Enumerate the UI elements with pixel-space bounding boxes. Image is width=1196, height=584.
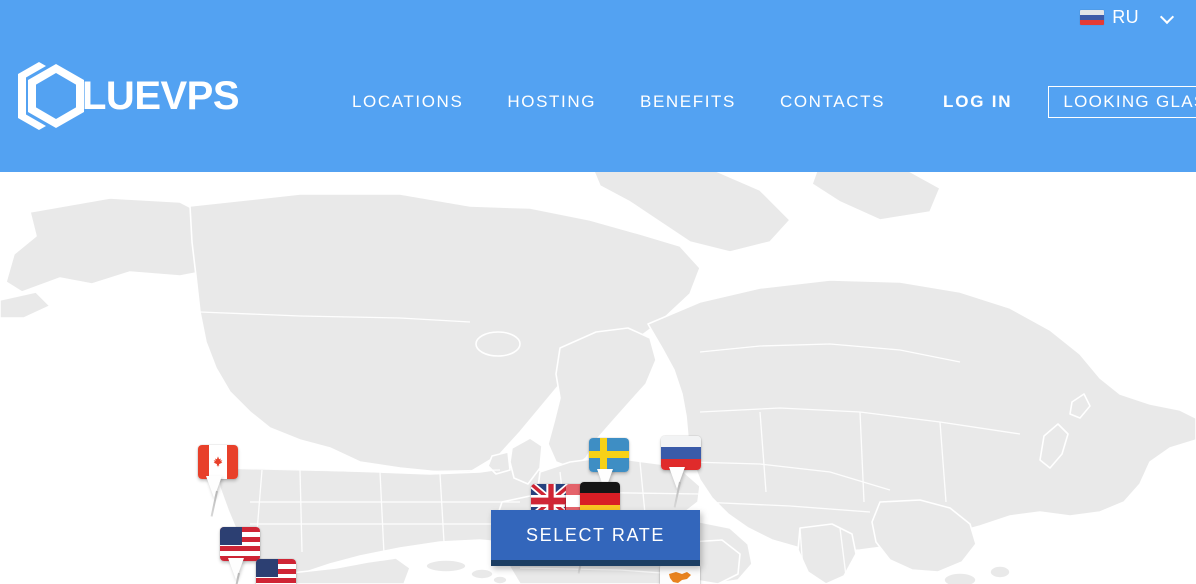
page-root: SELECT RATE RU LUEVPS LOCATIONS HOSTING …: [0, 0, 1196, 584]
map-pin-cyprus[interactable]: [660, 564, 700, 584]
main-navigation: LOCATIONS HOSTING BENEFITS CONTACTS LOG …: [330, 86, 1196, 118]
map-pin-canada[interactable]: [198, 445, 238, 517]
flag-usa-icon: [220, 527, 260, 561]
language-code: RU: [1112, 7, 1139, 27]
map-pin-usa-east[interactable]: [256, 559, 296, 584]
map-pin-usa-west[interactable]: [220, 527, 260, 584]
map-pin-russia[interactable]: [661, 436, 701, 508]
looking-glass-button[interactable]: LOOKING GLASS: [1048, 86, 1196, 118]
nav-hosting[interactable]: HOSTING: [485, 86, 618, 118]
chevron-down-icon[interactable]: [1161, 11, 1174, 24]
logo-wordmark: LUEVPS: [82, 74, 240, 118]
world-map[interactable]: SELECT RATE: [0, 172, 1196, 584]
flag-usa-icon: [256, 559, 296, 584]
flag-canada-icon: [198, 445, 238, 479]
site-logo[interactable]: LUEVPS: [12, 60, 240, 132]
flag-russia-icon: [661, 436, 701, 470]
nav-benefits[interactable]: BENEFITS: [618, 86, 758, 118]
nav-contacts[interactable]: CONTACTS: [758, 86, 907, 118]
login-link[interactable]: LOG IN: [907, 86, 1034, 118]
language-selector[interactable]: RU: [1080, 4, 1174, 30]
select-rate-button[interactable]: SELECT RATE: [491, 510, 700, 566]
flag-russia-icon: [1080, 9, 1105, 25]
flag-cyprus-icon: [660, 564, 700, 584]
flag-sweden-icon: [589, 438, 629, 472]
nav-locations[interactable]: LOCATIONS: [330, 86, 485, 118]
site-header: RU LUEVPS LOCATIONS HOSTING BENEFITS CON…: [0, 0, 1196, 172]
